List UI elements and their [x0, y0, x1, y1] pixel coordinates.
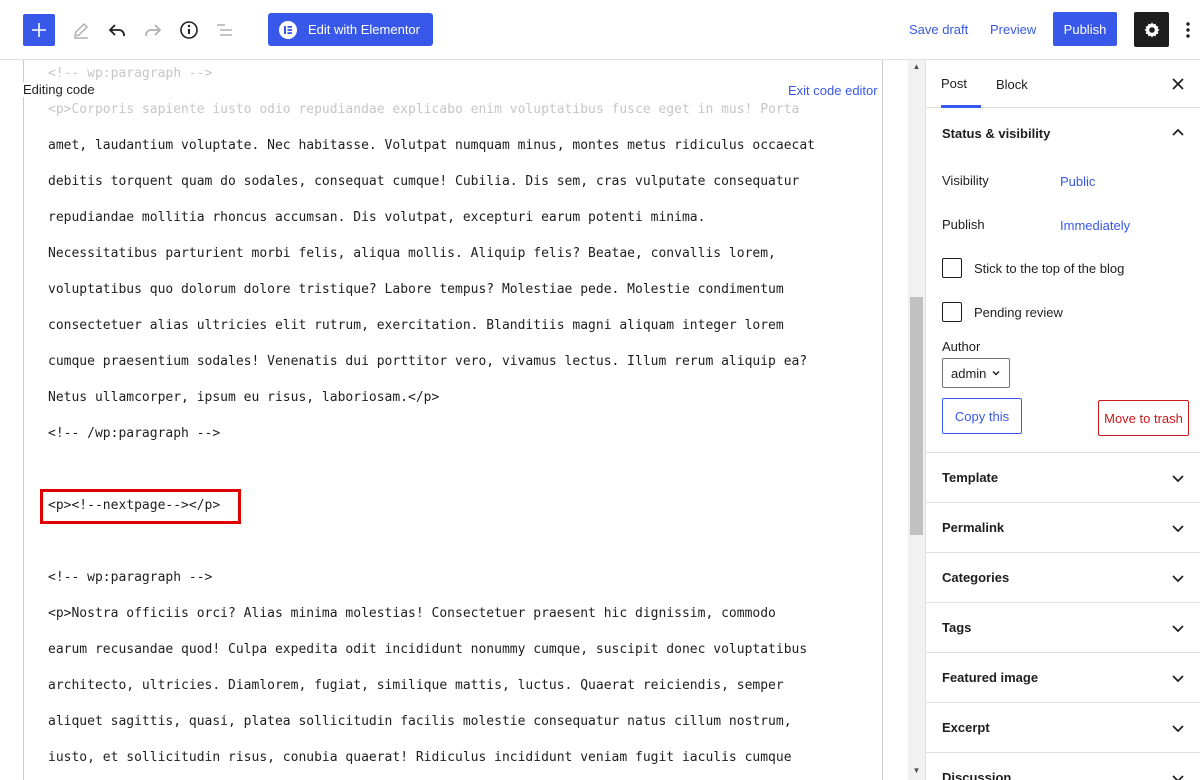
publish-label: Publish — [942, 217, 985, 232]
code-line: cumque praesentium sodales! Venenatis du… — [48, 354, 808, 369]
sticky-checkbox[interactable] — [942, 258, 962, 278]
author-label: Author — [942, 339, 981, 354]
chevron-down-icon — [1172, 775, 1184, 780]
chevron-down-icon — [992, 371, 1000, 376]
undo-button[interactable] — [101, 14, 133, 46]
redo-icon — [145, 24, 162, 36]
code-line: <!-- wp:paragraph --> — [48, 66, 213, 81]
code-line: <p>Corporis sapiente iusto odio repudian… — [48, 102, 800, 117]
sticky-label: Stick to the top of the blog — [974, 261, 1125, 276]
pending-review-checkbox[interactable] — [942, 302, 962, 322]
copy-this-button[interactable]: Copy this — [942, 398, 1022, 434]
author-value: admin — [951, 365, 987, 381]
code-line: earum recusandae quod! Culpa expedita od… — [48, 642, 808, 657]
discussion-panel[interactable]: Discussion — [926, 753, 1200, 780]
featured-image-panel[interactable]: Featured image — [926, 653, 1200, 703]
redo-button[interactable] — [137, 14, 169, 46]
more-vertical-icon — [1186, 22, 1190, 38]
code-editor-area: Editing code Exit code editor <!-- wp:pa… — [0, 60, 908, 780]
code-editor-frame[interactable] — [23, 60, 883, 780]
code-line: iusto, et sollicitudin risus, conubia qu… — [48, 750, 792, 765]
status-visibility-title[interactable]: Status & visibility — [942, 126, 1050, 141]
elementor-icon — [279, 20, 297, 39]
panel-title: Permalink — [942, 520, 1005, 535]
list-view-icon — [217, 24, 232, 36]
preview-button[interactable]: Preview — [990, 22, 1036, 37]
pencil-icon — [73, 22, 89, 39]
chevron-down-icon — [1172, 525, 1184, 533]
nextpage-highlight-box — [40, 489, 241, 524]
panel-title: Excerpt — [942, 720, 990, 735]
edit-with-elementor-button[interactable]: Edit with Elementor — [268, 13, 433, 46]
tags-panel[interactable]: Tags — [926, 603, 1200, 653]
scroll-up-arrow-icon[interactable]: ▲ — [908, 62, 925, 74]
gear-icon — [1144, 22, 1159, 37]
publish-button[interactable]: Publish — [1053, 12, 1117, 46]
sidebar-tabs: Post Block — [926, 60, 1200, 108]
move-to-trash-button[interactable]: Move to trash — [1098, 400, 1189, 436]
code-line: repudiandae mollitia rhoncus accumsan. D… — [48, 210, 706, 225]
chevron-down-icon — [1172, 675, 1184, 683]
close-icon[interactable] — [1169, 75, 1187, 93]
editor-toolbar: Edit with Elementor Save draft Preview P… — [0, 0, 1200, 60]
code-line: voluptatibus quo dolorum dolore tristiqu… — [48, 282, 784, 297]
template-panel[interactable]: Template — [926, 453, 1200, 503]
status-visibility-panel: Status & visibility Visibility Public Pu… — [926, 108, 1200, 453]
publish-date-value[interactable]: Immediately — [1060, 218, 1130, 233]
tab-post[interactable]: Post — [941, 60, 981, 108]
chevron-down-icon — [1172, 625, 1184, 633]
details-button[interactable] — [173, 14, 205, 46]
visibility-label: Visibility — [942, 173, 989, 188]
elementor-label: Edit with Elementor — [308, 22, 420, 37]
code-line: Netus ullamcorper, ipsum eu risus, labor… — [48, 390, 440, 405]
panel-title: Template — [942, 470, 999, 485]
settings-sidebar: Post Block Status & visibility Visibilit… — [925, 60, 1200, 780]
code-line: <!-- /wp:paragraph --> — [48, 426, 221, 441]
tab-block[interactable]: Block — [996, 60, 1028, 108]
undo-icon — [108, 24, 125, 36]
pending-review-label: Pending review — [974, 305, 1063, 320]
chevron-down-icon — [1172, 475, 1184, 483]
chevron-down-icon — [1172, 725, 1184, 733]
permalink-panel[interactable]: Permalink — [926, 503, 1200, 553]
settings-button[interactable] — [1134, 12, 1169, 47]
code-line: architecto, ultricies. Diamlorem, fugiat… — [48, 678, 784, 693]
add-block-button[interactable] — [23, 14, 55, 46]
panel-title: Tags — [942, 620, 972, 635]
editing-code-label: Editing code — [23, 82, 101, 97]
scroll-down-arrow-icon[interactable]: ▼ — [908, 766, 925, 778]
chevron-up-icon[interactable] — [1169, 124, 1187, 142]
chevron-down-icon — [1172, 575, 1184, 583]
code-line: consectetuer alias ultricies elit rutrum… — [48, 318, 784, 333]
panel-title: Featured image — [942, 670, 1039, 685]
excerpt-panel[interactable]: Excerpt — [926, 703, 1200, 753]
options-menu-button[interactable] — [1178, 17, 1198, 43]
categories-panel[interactable]: Categories — [926, 553, 1200, 603]
author-select[interactable]: admin — [942, 358, 1010, 388]
code-line: Necessitatibus parturient morbi felis, a… — [48, 246, 776, 261]
plus-icon — [32, 23, 46, 37]
visibility-value[interactable]: Public — [1060, 174, 1095, 189]
code-line: amet, laudantium voluptate. Nec habitass… — [48, 138, 816, 153]
save-draft-button[interactable]: Save draft — [909, 22, 968, 37]
code-line: <p>Nostra officiis orci? Alias minima mo… — [48, 606, 776, 621]
tools-button[interactable] — [65, 14, 97, 46]
list-view-button[interactable] — [209, 14, 241, 46]
info-icon — [180, 21, 198, 39]
code-line: debitis torquent quam do sodales, conseq… — [48, 174, 800, 189]
panel-title: Discussion — [942, 770, 1012, 780]
exit-code-editor-button[interactable]: Exit code editor — [788, 83, 878, 98]
panel-title: Categories — [942, 570, 1010, 585]
scrollbar-thumb[interactable] — [910, 297, 923, 535]
code-line: aliquet sagittis, quasi, platea sollicit… — [48, 714, 792, 729]
code-line: <!-- wp:paragraph --> — [48, 570, 213, 585]
